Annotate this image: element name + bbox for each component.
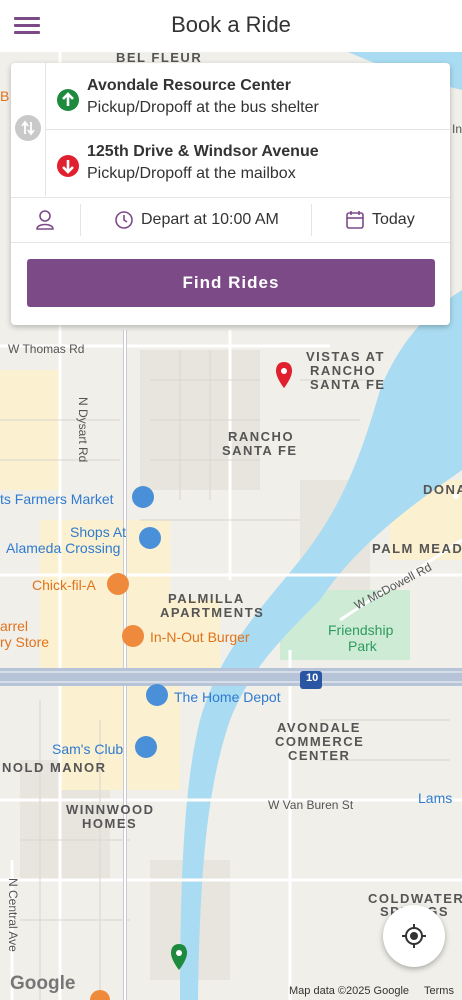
map-street-label: W Thomas Rd <box>8 342 85 356</box>
find-rides-button[interactable]: Find Rides <box>27 259 435 307</box>
map-poi-label[interactable]: The Home Depot <box>174 689 281 705</box>
map-area-label: HOMES <box>82 816 138 831</box>
dropoff-detail: Pickup/Dropoff at the mailbox <box>87 165 296 182</box>
map-area-label: RANCHO <box>228 429 295 444</box>
my-location-icon[interactable] <box>383 905 445 967</box>
riders-button[interactable] <box>35 198 55 242</box>
map-area-label: PALMILLA <box>168 591 245 606</box>
date-button[interactable]: Today <box>345 198 415 242</box>
map-area-label: RANCHO <box>310 363 377 378</box>
map-poi-label[interactable]: Alameda Crossing <box>6 540 120 556</box>
person-icon <box>36 210 54 230</box>
trip-options-row: Depart at 10:00 AM Today <box>11 197 450 243</box>
map-area-label: VISTAS AT <box>306 349 385 364</box>
clock-icon <box>115 211 133 229</box>
terms-link[interactable]: Terms <box>424 985 454 997</box>
map-area-label: AVONDALE <box>277 720 361 735</box>
map-attribution: Map data ©2025 Google <box>289 985 410 997</box>
map-poi-label[interactable]: arrel <box>0 618 28 634</box>
date-label: Today <box>372 211 415 228</box>
map-street-label: N Dysart Rd <box>76 397 90 463</box>
map-area-label: NOLD MANOR <box>2 760 107 775</box>
map-poi-label[interactable]: In-N-Out Burger <box>150 629 250 645</box>
dropoff-stop[interactable]: 125th Drive & Windsor Avenue Pickup/Drop… <box>57 133 447 195</box>
map-area-label: PALM MEADO <box>372 541 462 556</box>
map-poi-label: Inc <box>452 122 462 136</box>
map-poi-label[interactable]: ts Farmers Market <box>0 491 114 507</box>
swap-vertical-icon[interactable] <box>15 115 41 141</box>
map-poi-label[interactable]: Park <box>348 638 377 654</box>
map-area-label: SANTA FE <box>310 377 386 392</box>
map-poi-label[interactable]: Chick-fil-A <box>32 577 96 593</box>
pickup-stop[interactable]: Avondale Resource Center Pickup/Dropoff … <box>57 67 447 129</box>
map-poi-label: B <box>0 88 10 104</box>
map-area-label: COMMERCE <box>275 734 365 749</box>
map-area-label: APARTMENTS <box>160 605 265 620</box>
pickup-name: Avondale Resource Center <box>87 77 291 94</box>
map-street-label: W Van Buren St <box>268 798 354 812</box>
map-area-label: WINNWOOD <box>66 802 155 817</box>
app-header: Book a Ride <box>0 0 462 52</box>
depart-time-label: Depart at 10:00 AM <box>141 211 279 228</box>
calendar-icon <box>346 211 364 229</box>
arrow-down-circle-icon <box>57 155 79 177</box>
map-area-label: SANTA FE <box>222 443 298 458</box>
map-poi-label[interactable]: Lams <box>418 790 452 806</box>
map-poi-label[interactable]: ry Store <box>0 634 49 650</box>
map-street-label: N Central Ave <box>6 878 20 952</box>
map-poi-label[interactable]: Sam's Club <box>52 741 123 757</box>
trip-card: Avondale Resource Center Pickup/Dropoff … <box>11 63 450 325</box>
pickup-detail: Pickup/Dropoff at the bus shelter <box>87 99 319 116</box>
map-poi-label[interactable]: Shops At <box>70 524 126 540</box>
dropoff-name: 125th Drive & Windsor Avenue <box>87 143 319 160</box>
interstate-shield: 10 <box>306 672 319 684</box>
page-title: Book a Ride <box>171 12 291 37</box>
google-logo: Google <box>10 973 76 994</box>
arrow-up-circle-icon <box>57 89 79 111</box>
map-area-label: CENTER <box>288 748 351 763</box>
map-poi-label[interactable]: Friendship <box>328 622 393 638</box>
map-area-label: DONA <box>423 482 462 497</box>
depart-time-button[interactable]: Depart at 10:00 AM <box>114 198 279 242</box>
